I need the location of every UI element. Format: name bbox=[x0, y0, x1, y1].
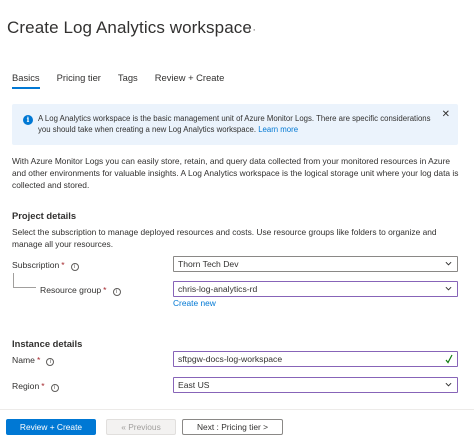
resource-group-label: Resource group * i bbox=[40, 285, 121, 296]
learn-more-link[interactable]: Learn more bbox=[258, 125, 298, 134]
tab-review-create[interactable]: Review + Create bbox=[155, 72, 225, 89]
resource-group-label-text: Resource group bbox=[40, 285, 102, 295]
tab-pricing-tier[interactable]: Pricing tier bbox=[57, 72, 101, 89]
region-label-text: Region bbox=[12, 381, 40, 391]
info-icon: i bbox=[23, 115, 33, 125]
chevron-down-icon bbox=[445, 261, 452, 266]
next-pricing-tier-button[interactable]: Next : Pricing tier > bbox=[182, 419, 283, 435]
help-icon[interactable]: i bbox=[70, 263, 79, 271]
resource-group-dropdown[interactable]: chris-log-analytics-rd bbox=[173, 281, 458, 297]
region-dropdown[interactable]: East US bbox=[173, 377, 458, 393]
close-icon[interactable]: ✕ bbox=[442, 109, 450, 120]
workspace-description: With Azure Monitor Logs you can easily s… bbox=[12, 156, 459, 190]
name-value: sftpgw-docs-log-workspace bbox=[178, 354, 283, 364]
tab-tags[interactable]: Tags bbox=[118, 72, 138, 89]
create-new-link[interactable]: Create new bbox=[173, 298, 216, 308]
chevron-down-icon bbox=[445, 286, 452, 291]
required-marker: * bbox=[41, 381, 45, 391]
help-icon[interactable]: i bbox=[50, 384, 59, 392]
review-create-button[interactable]: Review + Create bbox=[6, 419, 96, 435]
previous-button[interactable]: « Previous bbox=[106, 419, 176, 435]
name-label: Name * i bbox=[12, 355, 55, 366]
region-label: Region * i bbox=[12, 381, 59, 392]
project-details-heading: Project details bbox=[12, 210, 77, 221]
page-title: Create Log Analytics workspace bbox=[7, 18, 252, 37]
subscription-value: Thorn Tech Dev bbox=[178, 259, 239, 269]
subscription-label: Subscription * i bbox=[12, 260, 79, 271]
instance-details-heading: Instance details bbox=[12, 338, 83, 349]
info-message: A Log Analytics workspace is the basic m… bbox=[38, 114, 431, 134]
subscription-label-text: Subscription bbox=[12, 260, 60, 270]
subscription-dropdown[interactable]: Thorn Tech Dev bbox=[173, 256, 458, 272]
chevron-down-icon bbox=[445, 382, 452, 387]
tab-basics[interactable]: Basics bbox=[12, 72, 40, 89]
tab-bar: Basics Pricing tier Tags Review + Create bbox=[12, 72, 241, 89]
name-label-text: Name bbox=[12, 355, 35, 365]
project-details-description: Select the subscription to manage deploy… bbox=[12, 227, 437, 249]
more-options-icon[interactable]: ··· bbox=[243, 24, 257, 36]
info-banner: i A Log Analytics workspace is the basic… bbox=[12, 104, 458, 145]
name-input[interactable]: sftpgw-docs-log-workspace bbox=[173, 351, 458, 367]
footer-divider bbox=[0, 409, 474, 410]
resource-group-value: chris-log-analytics-rd bbox=[178, 284, 258, 294]
required-marker: * bbox=[103, 285, 107, 295]
required-marker: * bbox=[61, 260, 65, 270]
help-icon[interactable]: i bbox=[112, 288, 121, 296]
checkmark-icon bbox=[445, 354, 453, 364]
info-text: A Log Analytics workspace is the basic m… bbox=[38, 113, 438, 135]
help-icon[interactable]: i bbox=[46, 358, 55, 366]
required-marker: * bbox=[36, 355, 41, 365]
region-value: East US bbox=[178, 380, 210, 390]
tree-connector bbox=[13, 273, 36, 288]
